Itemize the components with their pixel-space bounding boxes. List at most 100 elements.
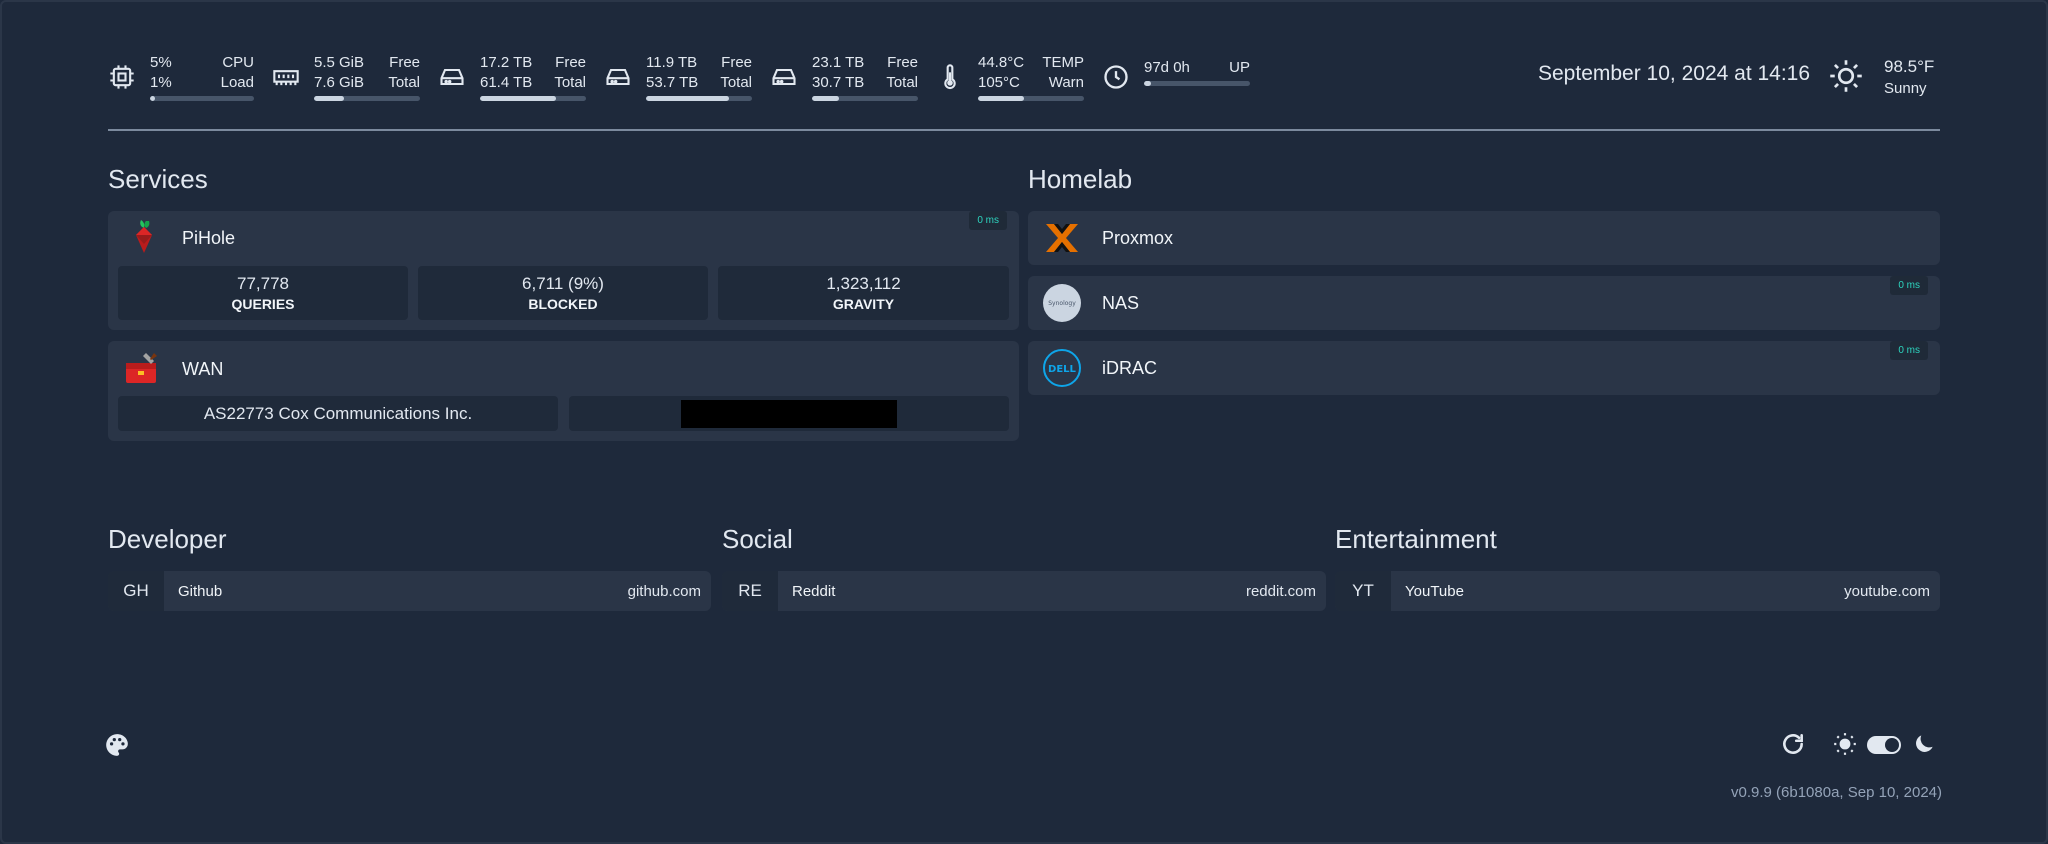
pihole-logo-icon <box>136 220 152 253</box>
bookmark-reddit[interactable]: RE Reddit reddit.com <box>722 571 1326 611</box>
weather-temperature: 98.5°F <box>1884 57 1935 76</box>
bookmark-abbr: YT <box>1335 571 1391 611</box>
disk-widget-2: 11.9 TB 53.7 TB Free Total <box>604 53 752 101</box>
memory-widget: 5.5 GiB 7.6 GiB Free Total <box>272 53 420 101</box>
dell-logo-icon: DELL <box>1043 349 1081 387</box>
temp-warn-value: 105°C <box>978 74 1020 91</box>
proxmox-title: Proxmox <box>1102 228 1174 248</box>
nas-card[interactable]: Synology NAS 0 ms <box>1028 276 1940 330</box>
bookmark-abbr: RE <box>722 571 778 611</box>
clock-icon <box>1104 65 1128 89</box>
idrac-card[interactable]: DELL iDRAC 0 ms <box>1028 341 1940 395</box>
bookmark-name: Reddit <box>792 582 836 600</box>
hard-drive-icon <box>772 68 796 86</box>
bookmark-abbr: GH <box>108 571 164 611</box>
theme-toggle[interactable] <box>1867 736 1901 754</box>
ram-total-value: 7.6 GiB <box>314 74 365 91</box>
disk3-total-value: 30.7 TB <box>812 74 865 91</box>
wan-isp-box: AS22773 Cox Communications Inc. <box>118 396 558 431</box>
temp-label: TEMP <box>1042 54 1084 71</box>
proxmox-card[interactable]: Proxmox <box>1028 211 1940 265</box>
bookmark-url: youtube.com <box>1844 582 1930 600</box>
svg-text:DELL: DELL <box>1048 364 1077 375</box>
disk3-free-value: 23.1 TB <box>812 54 865 71</box>
uptime-widget: 97d 0h UP <box>1102 59 1250 91</box>
load-label: Load <box>220 74 254 91</box>
wan-title: WAN <box>182 359 224 379</box>
disk2-free-value: 11.9 TB <box>646 54 698 71</box>
idrac-title: iDRAC <box>1102 358 1158 378</box>
blocked-label: BLOCKED <box>528 296 598 312</box>
social-section-title: Social <box>722 524 793 554</box>
toolbox-icon <box>126 353 157 383</box>
developer-section-title: Developer <box>108 524 227 554</box>
temp-value: 44.8°C <box>978 54 1025 71</box>
toggle-knob <box>1885 738 1899 752</box>
bookmark-url: reddit.com <box>1245 582 1316 600</box>
cpu-label: CPU <box>222 54 254 71</box>
homelab-section-title: Homelab <box>1028 164 1133 194</box>
thermometer-icon <box>944 64 956 90</box>
datetime-display: September 10, 2024 at 14:16 <box>1538 62 1811 85</box>
blocked-stat: 6,711 (9%) BLOCKED <box>418 266 708 320</box>
cpu-usage-value: 5% <box>150 54 172 71</box>
free-label: Free <box>389 54 420 71</box>
bookmark-url: github.com <box>627 582 701 600</box>
pihole-ping-badge: 0 ms <box>969 211 1007 230</box>
nas-ping-badge: 0 ms <box>1890 276 1928 295</box>
pihole-title: PiHole <box>182 228 236 248</box>
disk1-total-value: 61.4 TB <box>480 74 533 91</box>
wan-card[interactable]: WAN AS22773 Cox Communications Inc. <box>108 341 1019 441</box>
synology-logo-icon: Synology <box>1043 284 1081 322</box>
entertainment-section-title: Entertainment <box>1335 524 1497 554</box>
hard-drive-icon <box>440 68 464 86</box>
disk1-free-value: 17.2 TB <box>480 54 533 71</box>
up-label: UP <box>1229 59 1250 76</box>
disk2-total-value: 53.7 TB <box>646 74 699 91</box>
queries-value: 77,778 <box>237 274 289 293</box>
disk1-usage-bar <box>480 96 586 101</box>
disk3-usage-bar <box>812 96 918 101</box>
bookmark-name: YouTube <box>1405 582 1464 600</box>
ram-usage-bar <box>314 96 420 101</box>
ram-free-value: 5.5 GiB <box>314 54 365 71</box>
header-divider <box>108 129 1940 131</box>
queries-label: QUERIES <box>231 296 295 312</box>
sun-icon <box>1830 60 1862 92</box>
hard-drive-icon <box>606 68 630 86</box>
disk-widget-3: 23.1 TB 30.7 TB Free Total <box>770 53 918 101</box>
cpu-usage-bar <box>150 96 254 101</box>
services-section-title: Services <box>108 164 208 194</box>
dark-mode-icon[interactable] <box>1911 731 1937 757</box>
svg-text:Synology: Synology <box>1048 300 1076 307</box>
weather-widget: 98.5°F Sunny <box>1884 56 1934 100</box>
gravity-value: 1,323,112 <box>826 274 901 293</box>
free-label: Free <box>721 54 752 71</box>
bookmark-name: Github <box>178 582 223 600</box>
version-text: v0.9.9 (6b1080a, Sep 10, 2024) <box>1731 784 1942 801</box>
weather-condition: Sunny <box>1884 80 1927 97</box>
temperature-widget: 44.8°C 105°C TEMP Warn <box>936 53 1084 101</box>
free-label: Free <box>887 54 918 71</box>
gravity-label: GRAVITY <box>832 296 895 312</box>
bookmark-github[interactable]: GH Github github.com <box>108 571 711 611</box>
cpu-load-value: 1% <box>150 74 172 91</box>
disk2-usage-bar <box>646 96 752 101</box>
pihole-card[interactable]: PiHole 0 ms 77,778 QUERIES 6,711 (9%) BL… <box>108 211 1019 330</box>
total-label: Total <box>720 74 752 91</box>
palette-icon[interactable] <box>104 732 130 758</box>
wan-isp-value: AS22773 Cox Communications Inc. <box>203 403 473 423</box>
refresh-icon[interactable] <box>1780 731 1806 757</box>
wan-ip-box <box>569 396 1009 431</box>
total-label: Total <box>886 74 918 91</box>
cpu-widget: 5% 1% CPU Load <box>108 53 254 101</box>
light-mode-icon[interactable] <box>1832 731 1858 757</box>
blocked-value: 6,711 (9%) <box>522 274 604 293</box>
redacted-ip <box>681 399 897 428</box>
free-label: Free <box>555 54 586 71</box>
total-label: Total <box>388 74 420 91</box>
disk-widget-1: 17.2 TB 61.4 TB Free Total <box>438 53 586 101</box>
bookmark-youtube[interactable]: YT YouTube youtube.com <box>1335 571 1940 611</box>
nas-title: NAS <box>1102 293 1140 313</box>
uptime-value: 97d 0h <box>1144 59 1190 76</box>
